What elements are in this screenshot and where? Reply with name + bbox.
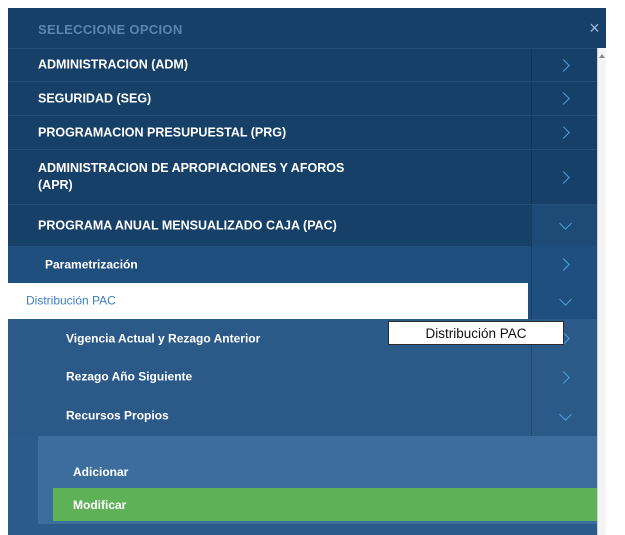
label-line-1: ADMINISTRACION DE APROPIACIONES Y AFOROS bbox=[38, 161, 345, 175]
chevron-right-icon bbox=[557, 370, 570, 384]
submenu-recursos-propios: Adicionar Modificar bbox=[38, 436, 598, 524]
expand-toggle[interactable] bbox=[531, 49, 598, 81]
chevron-right-icon bbox=[557, 126, 570, 139]
expand-toggle[interactable] bbox=[531, 246, 598, 283]
menu-item-label: Rezago Año Siguiente bbox=[66, 369, 193, 384]
menu-item-label: Vigencia Actual y Rezago Anterior bbox=[66, 331, 261, 345]
menu-item-label: Distribución PAC bbox=[26, 293, 116, 308]
submenu-item-recursos-propios[interactable]: Recursos Propios bbox=[8, 396, 598, 436]
chevron-down-icon bbox=[558, 217, 572, 230]
expand-toggle[interactable] bbox=[531, 358, 598, 396]
expand-toggle[interactable] bbox=[531, 396, 598, 436]
menu-item-pac[interactable]: PROGRAMA ANUAL MENSUALIZADO CAJA (PAC) bbox=[8, 204, 598, 246]
menu-item-apr[interactable]: ADMINISTRACION DE APROPIACIONES Y AFOROS… bbox=[8, 149, 598, 204]
menu-item-label: Parametrización bbox=[45, 257, 138, 271]
expand-toggle[interactable] bbox=[531, 82, 598, 115]
expand-toggle[interactable] bbox=[531, 283, 598, 319]
submenu-item-modificar[interactable]: Modificar bbox=[53, 488, 598, 521]
menu-item-label: Modificar bbox=[73, 497, 127, 512]
chevron-right-icon bbox=[557, 258, 570, 271]
tooltip: Distribución PAC bbox=[388, 321, 564, 345]
submenu-item-adicionar[interactable]: Adicionar bbox=[53, 455, 598, 488]
menu-item-label: Adicionar bbox=[73, 464, 129, 479]
vertical-scrollbar[interactable] bbox=[597, 48, 606, 535]
active-highlight: Distribución PAC bbox=[8, 283, 528, 319]
expand-toggle[interactable] bbox=[531, 116, 598, 149]
expand-toggle[interactable] bbox=[531, 150, 598, 204]
expand-toggle[interactable] bbox=[531, 205, 598, 246]
menu-item-label: ADMINISTRACION (ADM) bbox=[38, 57, 188, 72]
chevron-right-icon bbox=[557, 170, 570, 184]
menu-item-label: Recursos Propios bbox=[66, 408, 169, 423]
menu-panel: SELECCIONE OPCION × ADMINISTRACION (ADM)… bbox=[8, 8, 606, 535]
menu-item-seg[interactable]: SEGURIDAD (SEG) bbox=[8, 81, 598, 115]
menu-item-label: PROGRAMACION PRESUPUESTAL (PRG) bbox=[38, 125, 287, 139]
menu-title: SELECCIONE OPCION bbox=[38, 22, 183, 37]
chevron-right-icon bbox=[557, 92, 570, 105]
menu-item-label: PROGRAMA ANUAL MENSUALIZADO CAJA (PAC) bbox=[38, 218, 337, 232]
submenu-item-distribucion-pac[interactable]: Distribución PAC bbox=[8, 283, 598, 319]
label-line-2: (APR) bbox=[38, 178, 73, 192]
submenu-item-parametrizacion[interactable]: Parametrización bbox=[8, 246, 598, 283]
menu-item-prg[interactable]: PROGRAMACION PRESUPUESTAL (PRG) bbox=[8, 115, 598, 149]
menu-item-adm[interactable]: ADMINISTRACION (ADM) bbox=[8, 48, 598, 81]
close-icon[interactable]: × bbox=[589, 18, 600, 39]
menu-item-label: SEGURIDAD (SEG) bbox=[38, 91, 152, 105]
chevron-down-icon bbox=[558, 407, 572, 421]
menu-header: SELECCIONE OPCION × bbox=[8, 8, 606, 48]
menu-item-label: ADMINISTRACION DE APROPIACIONES Y AFOROS… bbox=[38, 160, 344, 194]
scroll-up-icon[interactable] bbox=[599, 54, 605, 58]
submenu-item-rezago[interactable]: Rezago Año Siguiente bbox=[8, 358, 598, 396]
chevron-down-icon bbox=[558, 292, 572, 306]
chevron-right-icon bbox=[557, 58, 570, 72]
